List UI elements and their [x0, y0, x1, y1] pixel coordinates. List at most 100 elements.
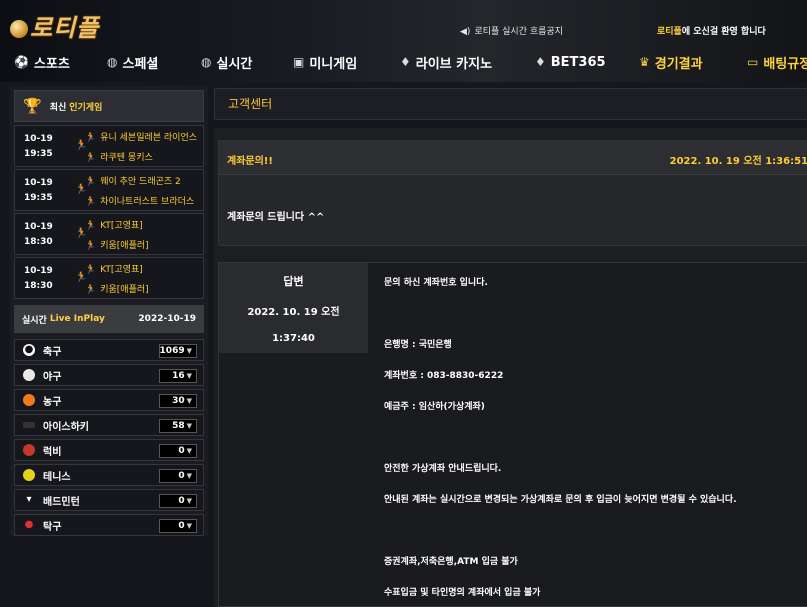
count-select[interactable]: 0 ▼ [159, 469, 197, 483]
match-date: 10-19 [24, 222, 53, 232]
home-team: 웨이 추안 드래곤즈 2 [100, 177, 181, 187]
nav-sports[interactable]: ⚽ 스포츠 [14, 50, 70, 74]
live-inplay-header: 실시간 Live InPlay 2022-10-19 [14, 305, 204, 333]
rugby-ball-icon [23, 444, 35, 456]
sport-badminton[interactable]: ▾ 배드민턴 0 ▼ [14, 489, 204, 511]
match-home: 🏃 유니 세븐일레븐 라이언스 [85, 130, 197, 143]
nav-special[interactable]: ◍ 스페셜 [107, 50, 158, 74]
home-team: KT[고영표] [100, 265, 143, 275]
notice-text: 로티플 실시간 흐름공지 [474, 27, 563, 37]
nav-rules[interactable]: ▭ 배팅규정 [747, 50, 807, 74]
match-away: 🏃 키움[애플러] [85, 238, 149, 251]
sport-baseball[interactable]: 야구 16 ▼ [14, 364, 204, 386]
site-header: 로티플 ◀) 로티플 실시간 흐름공지 로티플에 오신걸 환영 합니다 ⚽ 스포츠 … [0, 0, 807, 82]
match-item[interactable]: 10-19 18:30 🏃 🏃 KT[고영표] 🏃 키움[애플러] [14, 257, 204, 299]
chevron-down-icon: ▼ [186, 522, 192, 530]
nav-live[interactable]: ◍ 실시간 [201, 50, 252, 74]
welcome-highlight: 로티플 [657, 27, 682, 37]
diamond-icon: ♦ [535, 55, 546, 69]
nav-minigame[interactable]: ▣ 미니게임 [293, 50, 357, 74]
sport-tennis[interactable]: 테니스 0 ▼ [14, 464, 204, 486]
live-date: 2022-10-19 [138, 314, 196, 324]
logo-ball-icon [10, 20, 28, 38]
nav-label: 스페셜 [122, 56, 159, 72]
sport-tabletennis[interactable]: ● 탁구 0 ▼ [14, 514, 204, 536]
match-datetime: 10-19 18:30 [24, 220, 53, 250]
runner-icon: 🏃 [85, 153, 97, 163]
question-post: 계좌문의!! 2022. 10. 19 오전 1:36:51 계좌문의 드립니다… [218, 140, 807, 246]
runner-icon: 🏃 [85, 241, 97, 251]
nav-live-casino[interactable]: ♦ 라이브 카지노 [400, 50, 492, 74]
welcome-rest: 에 오신걸 환영 합니다 [681, 27, 766, 37]
chevron-down-icon: ▼ [186, 347, 192, 355]
answer-label-block: 답변 2022. 10. 19 오전 1:37:40 [219, 263, 368, 353]
sport-rugby[interactable]: 럭비 0 ▼ [14, 439, 204, 461]
sport-name: 탁구 [43, 521, 62, 533]
sport-basketball[interactable]: 농구 30 ▼ [14, 389, 204, 411]
basketball-ball-icon [23, 394, 35, 406]
sport-icehockey[interactable]: 아이스하키 58 ▼ [14, 414, 204, 436]
sport-name: 축구 [43, 346, 62, 358]
count-select[interactable]: 16 ▼ [159, 369, 197, 383]
match-home: 🏃 웨이 추안 드래곤즈 2 [85, 174, 181, 187]
ping-pong-icon: ● [24, 519, 34, 530]
diamond-icon: ♦ [400, 55, 411, 69]
match-datetime: 10-19 19:35 [24, 132, 53, 162]
live-notice[interactable]: ◀) 로티플 실시간 흐름공지 [460, 24, 563, 37]
tv-icon: ▭ [747, 55, 759, 69]
welcome-message: 로티플에 오신걸 환영 합니다 [657, 24, 766, 37]
match-home: 🏃 KT[고영표] [85, 218, 143, 231]
match-datetime: 10-19 19:35 [24, 176, 53, 206]
answer-line: 은행명 : 국민은행 [384, 340, 452, 350]
page-title: 고객센터 [214, 88, 807, 120]
count-select[interactable]: 1069 ▼ [158, 344, 197, 358]
sport-soccer[interactable]: ● 축구 1069 ▼ [14, 339, 204, 361]
speaker-icon: ◀) [460, 27, 471, 37]
shuttlecock-icon: ▾ [26, 494, 32, 505]
answer-line: 증권계좌,저축은행,ATM 입금 불가 [384, 557, 518, 567]
sport-name: 야구 [43, 371, 62, 383]
nav-label: 실시간 [216, 56, 253, 72]
count-select[interactable]: 58 ▼ [159, 419, 197, 433]
count-select[interactable]: 0 ▼ [159, 494, 197, 508]
runner-icon: 🏃 [85, 265, 97, 275]
answer-label: 답변 [283, 275, 304, 288]
left-sidebar: 🏆 최신 인기게임 10-19 19:35 🏃 🏃 유니 세븐일레븐 라이언스 🏃 라쿠… [10, 86, 208, 536]
answer-line: 안전한 가상계좌 안내드립니다. [384, 464, 502, 474]
count-select[interactable]: 0 ▼ [159, 444, 197, 458]
match-away: 🏃 라쿠텐 몽키스 [85, 150, 153, 163]
runner-icon: 🏃 [85, 221, 97, 231]
match-time: 19:35 [24, 193, 53, 203]
count-select[interactable]: 0 ▼ [159, 519, 197, 533]
nav-bet365[interactable]: ♦ BET365 [535, 50, 606, 74]
basketball-icon: ◍ [107, 55, 118, 69]
logo-text: 로티플 [30, 14, 100, 42]
site-logo[interactable]: 로티플 [10, 8, 100, 42]
match-time: 18:30 [24, 281, 53, 291]
nav-results[interactable]: ♛ 경기결과 [639, 50, 703, 74]
answer-line: 예금주 : 임산하(가상계좌) [384, 402, 485, 412]
sport-count: 0 [178, 496, 185, 506]
sport-name: 테니스 [43, 471, 71, 483]
away-team: 라쿠텐 몽키스 [100, 153, 153, 163]
runner-icon: 🏃 [85, 133, 97, 143]
popular-prefix: 최신 [49, 102, 67, 113]
gamepad-icon: ▣ [293, 55, 305, 69]
post-title: 계좌문의!! [227, 156, 273, 167]
nav-label: 미니게임 [309, 56, 358, 72]
live-prefix: 실시간 [22, 315, 47, 326]
chevron-down-icon: ▼ [186, 472, 192, 480]
match-time: 19:35 [24, 149, 53, 159]
crown-icon: ♛ [639, 55, 650, 69]
chevron-down-icon: ▼ [186, 497, 192, 505]
match-datetime: 10-19 18:30 [24, 264, 53, 294]
count-select[interactable]: 30 ▼ [159, 394, 197, 408]
match-date: 10-19 [24, 134, 53, 144]
home-team: 유니 세븐일레븐 라이언스 [100, 133, 198, 143]
baseball-icon [23, 369, 35, 381]
popular-games-header: 🏆 최신 인기게임 [14, 90, 204, 122]
match-item[interactable]: 10-19 18:30 🏃 🏃 KT[고영표] 🏃 키움[애플러] [14, 213, 204, 255]
match-item[interactable]: 10-19 19:35 🏃 🏃 웨이 추안 드래곤즈 2 🏃 차이나트러스트 브라더스 [14, 169, 204, 211]
match-item[interactable]: 10-19 19:35 🏃 🏃 유니 세븐일레븐 라이언스 🏃 라쿠텐 몽키스 [14, 125, 204, 167]
sport-count: 30 [172, 396, 185, 406]
